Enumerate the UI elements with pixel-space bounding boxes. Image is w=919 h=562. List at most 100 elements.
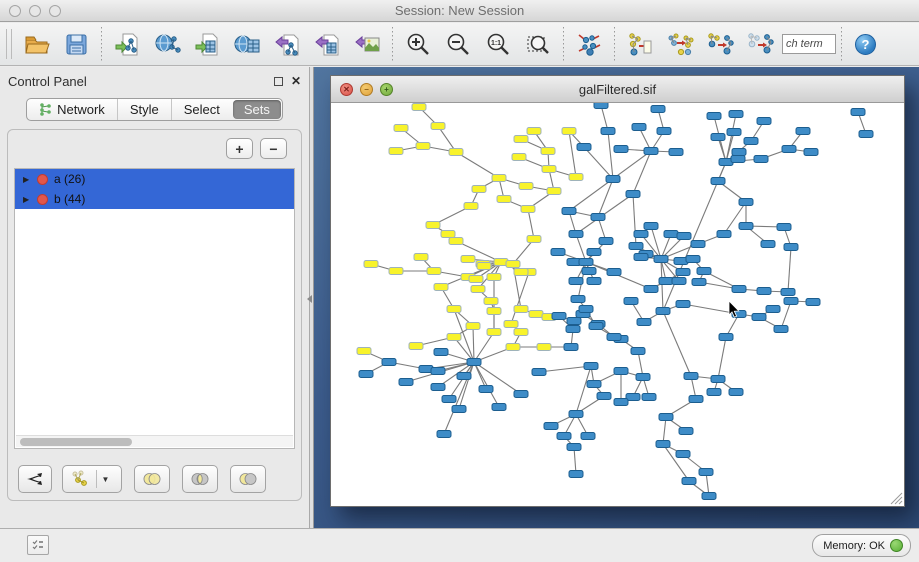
graph-node[interactable] xyxy=(487,274,501,281)
graph-node[interactable] xyxy=(851,109,865,116)
graph-node[interactable] xyxy=(562,128,576,135)
import-network-web-button[interactable] xyxy=(147,26,187,62)
extract-set-button[interactable]: ▼ xyxy=(62,465,122,493)
graph-node[interactable] xyxy=(589,323,603,330)
graph-node[interactable] xyxy=(757,118,771,125)
graph-node[interactable] xyxy=(806,299,820,306)
graph-node[interactable] xyxy=(584,363,598,370)
graph-node[interactable] xyxy=(431,368,445,375)
graph-node[interactable] xyxy=(547,188,561,195)
network-intersection-button[interactable] xyxy=(740,26,780,62)
graph-node[interactable] xyxy=(784,244,798,251)
resize-grip-icon[interactable] xyxy=(895,497,902,504)
graph-node[interactable] xyxy=(702,493,716,500)
graph-node[interactable] xyxy=(399,379,413,386)
graph-node[interactable] xyxy=(569,174,583,181)
graph-node[interactable] xyxy=(431,123,445,130)
graph-node[interactable] xyxy=(514,269,528,276)
graph-node[interactable] xyxy=(686,256,700,263)
graph-node[interactable] xyxy=(752,314,766,321)
network-canvas[interactable] xyxy=(331,103,904,506)
graph-node[interactable] xyxy=(541,148,555,155)
graph-node[interactable] xyxy=(651,106,665,113)
split-set-button[interactable] xyxy=(18,465,52,493)
graph-node[interactable] xyxy=(607,334,621,341)
graph-node[interactable] xyxy=(581,433,595,440)
graph-node[interactable] xyxy=(777,224,791,231)
graph-node[interactable] xyxy=(441,231,455,238)
graph-node[interactable] xyxy=(614,399,628,406)
graph-node[interactable] xyxy=(464,203,478,210)
open-file-button[interactable] xyxy=(16,26,56,62)
graph-node[interactable] xyxy=(409,343,423,350)
graph-node[interactable] xyxy=(599,238,613,245)
graph-node[interactable] xyxy=(521,206,535,213)
graph-node[interactable] xyxy=(587,381,601,388)
graph-node[interactable] xyxy=(692,279,706,286)
graph-node[interactable] xyxy=(569,278,583,285)
graph-node[interactable] xyxy=(427,268,441,275)
graph-node[interactable] xyxy=(477,263,491,270)
graph-node[interactable] xyxy=(487,308,501,315)
graph-node[interactable] xyxy=(654,256,668,263)
graph-node[interactable] xyxy=(676,269,690,276)
graph-node[interactable] xyxy=(466,323,480,330)
graph-node[interactable] xyxy=(537,344,551,351)
apply-layout-button[interactable] xyxy=(569,26,609,62)
network-to-file-button[interactable] xyxy=(620,26,660,62)
graph-node[interactable] xyxy=(796,128,810,135)
graph-node[interactable] xyxy=(697,268,711,275)
graph-node[interactable] xyxy=(557,433,571,440)
graph-node[interactable] xyxy=(364,261,378,268)
graph-node[interactable] xyxy=(644,286,658,293)
graph-node[interactable] xyxy=(431,384,445,391)
network-difference-button[interactable] xyxy=(700,26,740,62)
task-history-button[interactable] xyxy=(27,535,49,555)
graph-node[interactable] xyxy=(514,391,528,398)
graph-node[interactable] xyxy=(529,311,543,318)
graph-node[interactable] xyxy=(684,373,698,380)
graph-node[interactable] xyxy=(487,329,501,336)
graph-node[interactable] xyxy=(727,129,741,136)
graph-node[interactable] xyxy=(357,348,371,355)
graph-node[interactable] xyxy=(567,318,581,325)
graph-node[interactable] xyxy=(527,128,541,135)
graph-node[interactable] xyxy=(564,344,578,351)
close-panel-icon[interactable]: ✕ xyxy=(291,75,301,87)
graph-node[interactable] xyxy=(669,149,683,156)
graph-node[interactable] xyxy=(569,231,583,238)
graph-node[interactable] xyxy=(577,144,591,151)
graph-node[interactable] xyxy=(504,321,518,328)
toolbar-grip[interactable] xyxy=(6,29,12,59)
graph-node[interactable] xyxy=(729,111,743,118)
graph-node[interactable] xyxy=(562,208,576,215)
graph-node[interactable] xyxy=(699,469,713,476)
window-titlebar[interactable]: Session: New Session xyxy=(0,0,919,22)
graph-node[interactable] xyxy=(656,308,670,315)
graph-node[interactable] xyxy=(744,138,758,145)
graph-node[interactable] xyxy=(729,389,743,396)
graph-node[interactable] xyxy=(434,284,448,291)
save-session-button[interactable] xyxy=(56,26,96,62)
remove-set-button[interactable]: − xyxy=(260,138,287,159)
graph-node[interactable] xyxy=(442,396,456,403)
graph-node[interactable] xyxy=(579,306,593,313)
zoom-out-button[interactable] xyxy=(438,26,478,62)
graph-node[interactable] xyxy=(514,329,528,336)
graph-node[interactable] xyxy=(782,146,796,153)
resize-grip-icon[interactable] xyxy=(899,501,902,504)
set-row-a[interactable]: ▶ a (26) xyxy=(15,169,294,189)
graph-node[interactable] xyxy=(657,128,671,135)
horizontal-scrollbar[interactable] xyxy=(16,435,293,447)
graph-node[interactable] xyxy=(437,431,451,438)
graph-node[interactable] xyxy=(447,306,461,313)
network-window[interactable]: ✕ − + galFiltered.sif xyxy=(330,75,905,507)
graph-node[interactable] xyxy=(707,113,721,120)
memory-status-button[interactable]: Memory: OK xyxy=(812,534,911,557)
graph-node[interactable] xyxy=(644,223,658,230)
graph-node[interactable] xyxy=(569,471,583,478)
export-network-button[interactable] xyxy=(267,26,307,62)
graph-node[interactable] xyxy=(656,441,670,448)
graph-node[interactable] xyxy=(412,104,426,111)
import-table-file-button[interactable] xyxy=(187,26,227,62)
